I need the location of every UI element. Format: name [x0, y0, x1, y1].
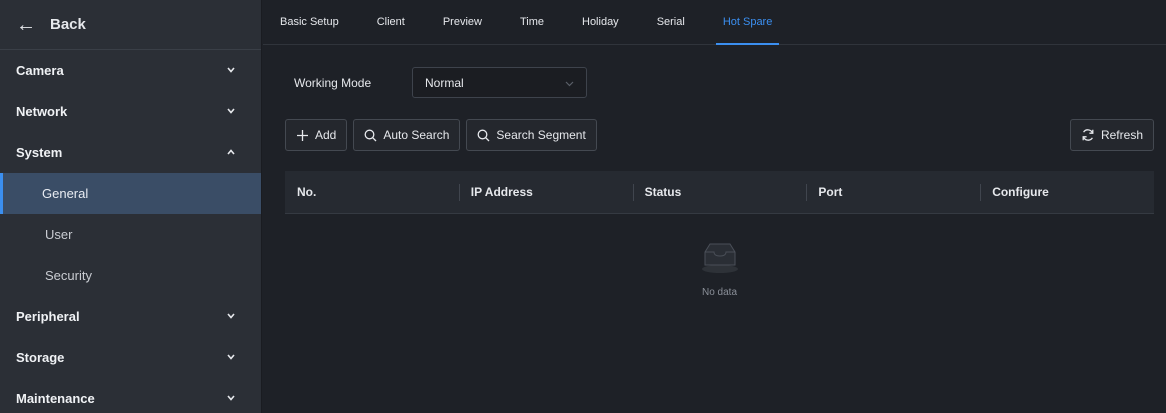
refresh-button[interactable]: Refresh: [1069, 119, 1154, 151]
empty-box-icon: [698, 240, 742, 279]
tab-basic-setup[interactable]: Basic Setup: [280, 0, 339, 45]
search-icon: [364, 129, 377, 142]
working-mode-select[interactable]: Normal: [412, 67, 587, 98]
chevron-down-icon: [227, 312, 235, 321]
working-mode-value: Normal: [425, 75, 464, 90]
sidebar-group-storage[interactable]: Storage: [0, 337, 261, 378]
working-mode-label: Working Mode: [294, 75, 372, 90]
search-segment-label: Search Segment: [496, 128, 586, 142]
tab-holiday[interactable]: Holiday: [582, 0, 619, 45]
sidebar-group-system[interactable]: System: [0, 132, 261, 173]
table-header: No. IP Address Status Port Configure: [285, 171, 1154, 214]
sidebar-group-label: Storage: [16, 350, 65, 365]
back-label: Back: [50, 16, 86, 33]
sidebar-group-label: Peripheral: [16, 309, 80, 324]
sidebar-group-label: Maintenance: [16, 391, 95, 406]
tab-time[interactable]: Time: [520, 0, 544, 45]
sidebar-group-network[interactable]: Network: [0, 91, 261, 132]
add-button[interactable]: Add: [285, 119, 348, 151]
column-header-port: Port: [806, 171, 980, 213]
plus-icon: [296, 129, 309, 142]
sidebar-item-general[interactable]: General: [0, 173, 261, 214]
sidebar: ← Back Camera Network System General Use…: [0, 0, 262, 413]
toolbar: Add Auto Search Search Segment: [285, 119, 603, 151]
chevron-down-icon: [227, 353, 235, 362]
chevron-down-icon: [227, 66, 235, 75]
chevron-down-icon: [227, 107, 235, 116]
chevron-down-icon: [227, 394, 235, 403]
working-mode-row: Working Mode Normal: [294, 67, 587, 98]
column-header-ip-address: IP Address: [458, 171, 633, 213]
main-panel: Basic Setup Client Preview Time Holiday …: [263, 0, 1166, 413]
column-header-configure: Configure: [980, 171, 1154, 213]
tab-client[interactable]: Client: [377, 0, 405, 45]
tab-serial[interactable]: Serial: [657, 0, 685, 45]
column-header-no: No.: [297, 185, 317, 199]
refresh-icon: [1081, 128, 1095, 142]
empty-state: No data: [285, 240, 1154, 298]
auto-search-button[interactable]: Auto Search: [353, 119, 461, 151]
column-header-status: Status: [632, 171, 807, 213]
add-label: Add: [315, 128, 337, 142]
chevron-up-icon: [227, 148, 235, 157]
back-button[interactable]: ← Back: [0, 0, 261, 50]
sidebar-group-camera[interactable]: Camera: [0, 50, 261, 91]
refresh-label: Refresh: [1100, 128, 1143, 142]
tab-hot-spare[interactable]: Hot Spare: [715, 0, 779, 45]
tab-bar: Basic Setup Client Preview Time Holiday …: [263, 0, 1166, 45]
chevron-down-icon: [565, 74, 574, 92]
sidebar-group-label: Network: [16, 104, 68, 119]
back-arrow-icon: ←: [16, 13, 36, 36]
sidebar-group-maintenance[interactable]: Maintenance: [0, 378, 261, 413]
search-icon: [477, 129, 490, 142]
sidebar-group-peripheral[interactable]: Peripheral: [0, 296, 261, 337]
search-segment-button[interactable]: Search Segment: [466, 119, 597, 151]
sidebar-group-label: Camera: [16, 63, 64, 78]
tab-preview[interactable]: Preview: [443, 0, 482, 45]
sidebar-group-label: System: [16, 145, 63, 160]
auto-search-label: Auto Search: [383, 128, 450, 142]
empty-text: No data: [701, 287, 738, 298]
sidebar-item-security[interactable]: Security: [0, 255, 261, 296]
sidebar-item-user[interactable]: User: [0, 214, 261, 255]
